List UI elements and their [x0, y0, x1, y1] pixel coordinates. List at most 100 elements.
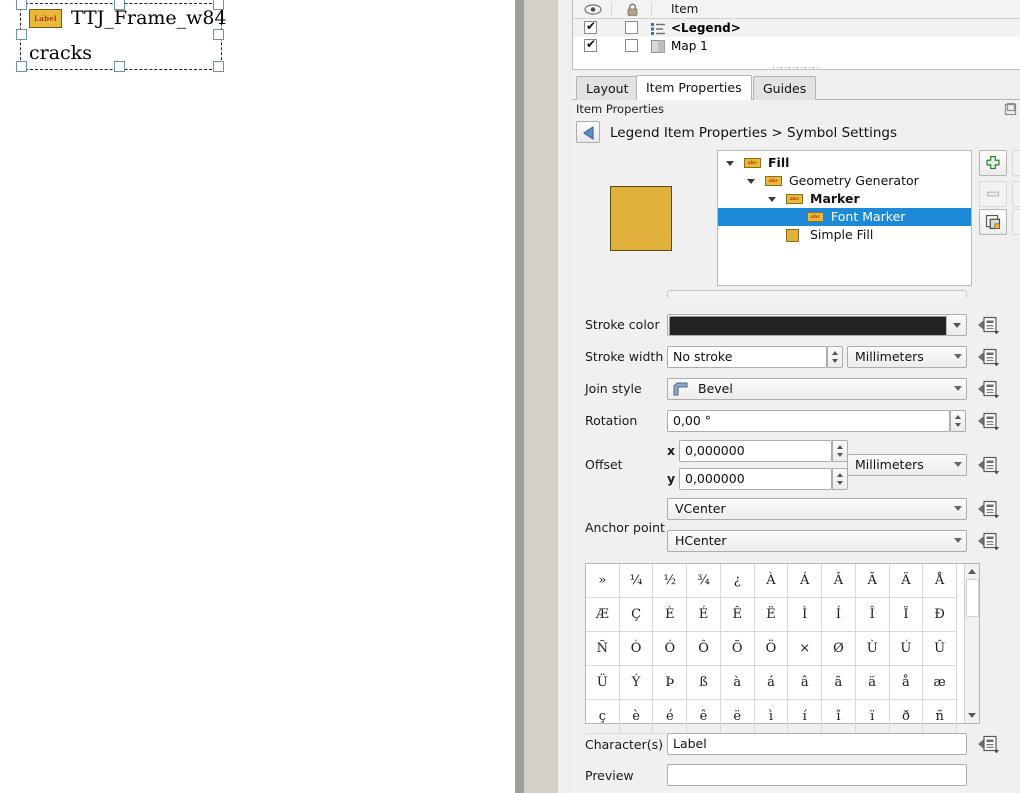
character-map[interactable]: » ¼ ½ ¾ ¿ À Á Â Ã Ä Å Æ Ç È É Ê Ë Ì Í Î Ï Ð Ñ Ò Ó Ô Õ Ö × Ø Ù Ú Û Ü Ý Þß à á â… — [585, 563, 980, 734]
panel-tabbar[interactable]: Layout Item Properties Guides — [572, 75, 1020, 100]
character-cell[interactable]: É — [687, 598, 721, 632]
back-button[interactable] — [576, 121, 600, 143]
character-cell[interactable]: Ô — [687, 632, 721, 666]
character-cell[interactable]: Ú — [889, 632, 924, 666]
anchor-point-horizontal-select[interactable]: HCenter — [667, 530, 967, 552]
character-cell[interactable]: ï — [855, 700, 890, 734]
character-cell[interactable]: Ý — [619, 666, 654, 700]
join-style-select[interactable]: Bevel — [667, 378, 967, 400]
character-cell[interactable]: Í — [822, 598, 856, 632]
breadcrumb-text[interactable]: Legend Item Properties > Symbol Settings — [610, 120, 897, 146]
character-cell[interactable]: ë — [720, 700, 755, 734]
character-cell[interactable]: ì — [754, 700, 789, 734]
character-cell[interactable]: ç — [586, 700, 620, 734]
stroke-width-override-button[interactable] — [977, 346, 1001, 368]
tab-guides[interactable]: Guides — [753, 76, 817, 100]
stroke-width-unit-select[interactable]: Millimeters — [847, 346, 967, 368]
stroke-color-dropdown[interactable] — [946, 315, 966, 335]
character-cell[interactable]: Ë — [754, 598, 789, 632]
character-cell[interactable]: Û — [923, 632, 957, 666]
duplicate-layer-button[interactable] — [979, 209, 1007, 235]
character-cell[interactable]: » — [586, 564, 620, 598]
offset-unit-select[interactable]: Millimeters — [847, 454, 967, 476]
character-cell[interactable]: Ø — [822, 632, 856, 666]
layout-canvas[interactable]: Label TTJ_Frame_w84 cracks — [0, 0, 515, 793]
character-cell[interactable]: Ù — [855, 632, 890, 666]
character-cell[interactable]: ñ — [923, 700, 957, 734]
character-cell[interactable]: ä — [855, 666, 890, 700]
character-cell[interactable]: å — [889, 666, 924, 700]
character-cell[interactable]: Ã — [855, 564, 890, 598]
character-cell[interactable]: ½ — [653, 564, 688, 598]
character-cell[interactable]: Ò — [619, 632, 654, 666]
resize-handle-middle-left[interactable] — [16, 29, 27, 40]
expand-arrow-fill-icon[interactable] — [726, 161, 734, 166]
character-cell[interactable]: è — [619, 700, 654, 734]
character-cell[interactable]: ê — [687, 700, 721, 734]
character-cell[interactable]: Ñ — [586, 632, 620, 666]
character-map-scrollbar[interactable] — [964, 564, 979, 723]
stroke-color-button[interactable] — [667, 314, 967, 336]
stroke-color-override-button[interactable] — [977, 314, 1001, 336]
character-cell[interactable]: Ê — [720, 598, 755, 632]
offset-y-stepper[interactable] — [832, 468, 848, 490]
legend-visible-checkbox[interactable] — [584, 19, 597, 34]
stroke-width-input[interactable]: No stroke — [667, 346, 827, 368]
symbol-layer-fill[interactable]: abc Fill — [718, 154, 971, 172]
join-style-override-button[interactable] — [977, 378, 1001, 400]
symbol-layer-marker[interactable]: abc Marker — [718, 190, 971, 208]
character-cell[interactable]: ¿ — [720, 564, 755, 598]
offset-y-input[interactable]: 0,000000 — [679, 468, 832, 490]
character-cell[interactable]: × — [788, 632, 823, 666]
resize-handle-top-right[interactable] — [213, 0, 224, 10]
float-dock-icon[interactable] — [1004, 103, 1017, 116]
character-cell[interactable]: Å — [923, 564, 957, 598]
character-cell[interactable]: î — [822, 700, 856, 734]
character-cell[interactable]: ¾ — [687, 564, 721, 598]
clipped-combo-above[interactable] — [667, 290, 967, 298]
add-symbol-layer-button[interactable] — [979, 150, 1007, 176]
anchor-horizontal-override-button[interactable] — [977, 530, 1001, 552]
map1-lock-checkbox[interactable] — [625, 39, 638, 52]
resize-handle-bottom-right[interactable] — [213, 61, 224, 72]
rotation-override-button[interactable] — [977, 410, 1001, 432]
character-cell[interactable]: Ì — [788, 598, 823, 632]
scroll-down-icon[interactable] — [968, 713, 976, 718]
tab-layout[interactable]: Layout — [576, 76, 639, 100]
character-cell[interactable]: Ä — [889, 564, 924, 598]
stroke-width-stepper[interactable] — [827, 346, 843, 368]
scroll-up-icon[interactable] — [968, 569, 976, 574]
symbol-layer-geometry-generator[interactable]: abc Geometry Generator — [718, 172, 971, 190]
resize-handle-top-left[interactable] — [16, 0, 27, 10]
offset-x-input[interactable]: 0,000000 — [679, 440, 832, 462]
character-cell[interactable]: Â — [822, 564, 856, 598]
character-cell[interactable]: â — [788, 666, 823, 700]
legend-item-frame[interactable]: Label TTJ_Frame_w84 cracks — [16, 0, 227, 72]
character-cell[interactable]: Ï — [889, 598, 924, 632]
anchor-point-vertical-select[interactable]: VCenter — [667, 498, 967, 520]
characters-override-button[interactable] — [977, 733, 1001, 755]
canvas-vertical-scrollbar[interactable] — [515, 0, 524, 793]
character-cell[interactable]: ð — [889, 700, 924, 734]
symbol-layer-simple-fill[interactable]: Simple Fill — [718, 226, 971, 244]
character-cell[interactable]: Ó — [653, 632, 688, 666]
items-list[interactable]: Item <Legend> Map 1 — [572, 0, 1020, 70]
character-cell[interactable]: í — [788, 700, 823, 734]
character-cell[interactable]: é — [653, 700, 688, 734]
resize-handle-bottom-center[interactable] — [114, 61, 125, 72]
character-cell[interactable]: æ — [923, 666, 957, 700]
legend-lock-checkbox[interactable] — [625, 21, 638, 34]
character-cell[interactable]: ß — [687, 666, 721, 700]
character-cell[interactable]: á — [754, 666, 789, 700]
anchor-vertical-override-button[interactable] — [977, 498, 1001, 520]
character-cell[interactable]: Ü — [586, 666, 620, 700]
character-cell[interactable]: à — [720, 666, 755, 700]
offset-x-stepper[interactable] — [832, 440, 848, 462]
character-cell[interactable]: Æ — [586, 598, 620, 632]
character-cell[interactable]: Ö — [754, 632, 789, 666]
character-cell[interactable]: Ç — [619, 598, 654, 632]
resize-handle-middle-right[interactable] — [213, 29, 224, 40]
character-cell[interactable]: Ð — [923, 598, 957, 632]
panel-splitter[interactable] — [558, 0, 572, 793]
character-map-grid[interactable]: » ¼ ½ ¾ ¿ À Á Â Ã Ä Å Æ Ç È É Ê Ë Ì Í Î Ï Ð Ñ Ò Ó Ô Õ Ö × Ø Ù Ú Û Ü Ý Þß à á â… — [586, 564, 957, 734]
